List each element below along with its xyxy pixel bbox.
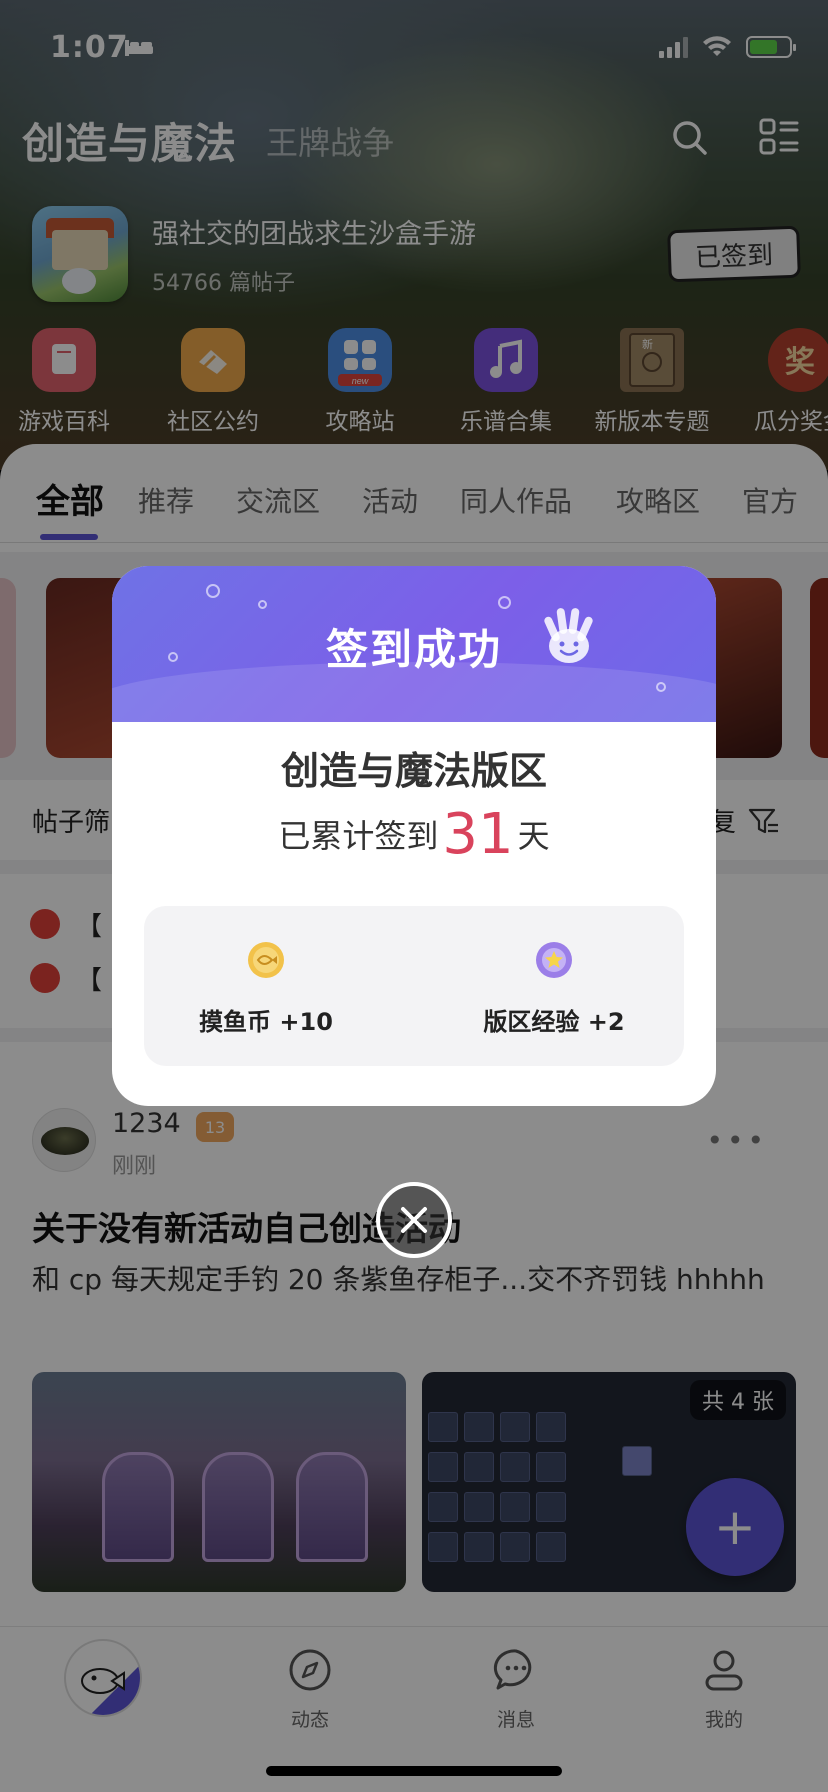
reward-fish-coin: 摸鱼币 +10: [156, 940, 376, 1037]
sign-in-success-dialog: 签到成功 创造与魔法版区 已累计签到31 天 摸鱼币 +10 版区经验 +2: [112, 566, 716, 1106]
mascot-hand-icon: [544, 608, 593, 663]
dialog-header: 签到成功: [112, 566, 716, 742]
reward-forum-exp: 版区经验 +2: [444, 940, 664, 1037]
star-medal-icon: [536, 942, 572, 978]
dialog-title: 签到成功: [325, 625, 502, 674]
forum-section-name: 创造与魔法版区: [280, 749, 547, 793]
close-dialog-button[interactable]: [376, 1182, 452, 1258]
rewards-panel: 摸鱼币 +10 版区经验 +2: [144, 906, 684, 1066]
fish-coin-icon: [248, 942, 284, 978]
streak-days-count: 31: [442, 802, 514, 867]
streak-text: 已累计签到31 天: [278, 802, 550, 867]
close-icon: [401, 1207, 427, 1233]
